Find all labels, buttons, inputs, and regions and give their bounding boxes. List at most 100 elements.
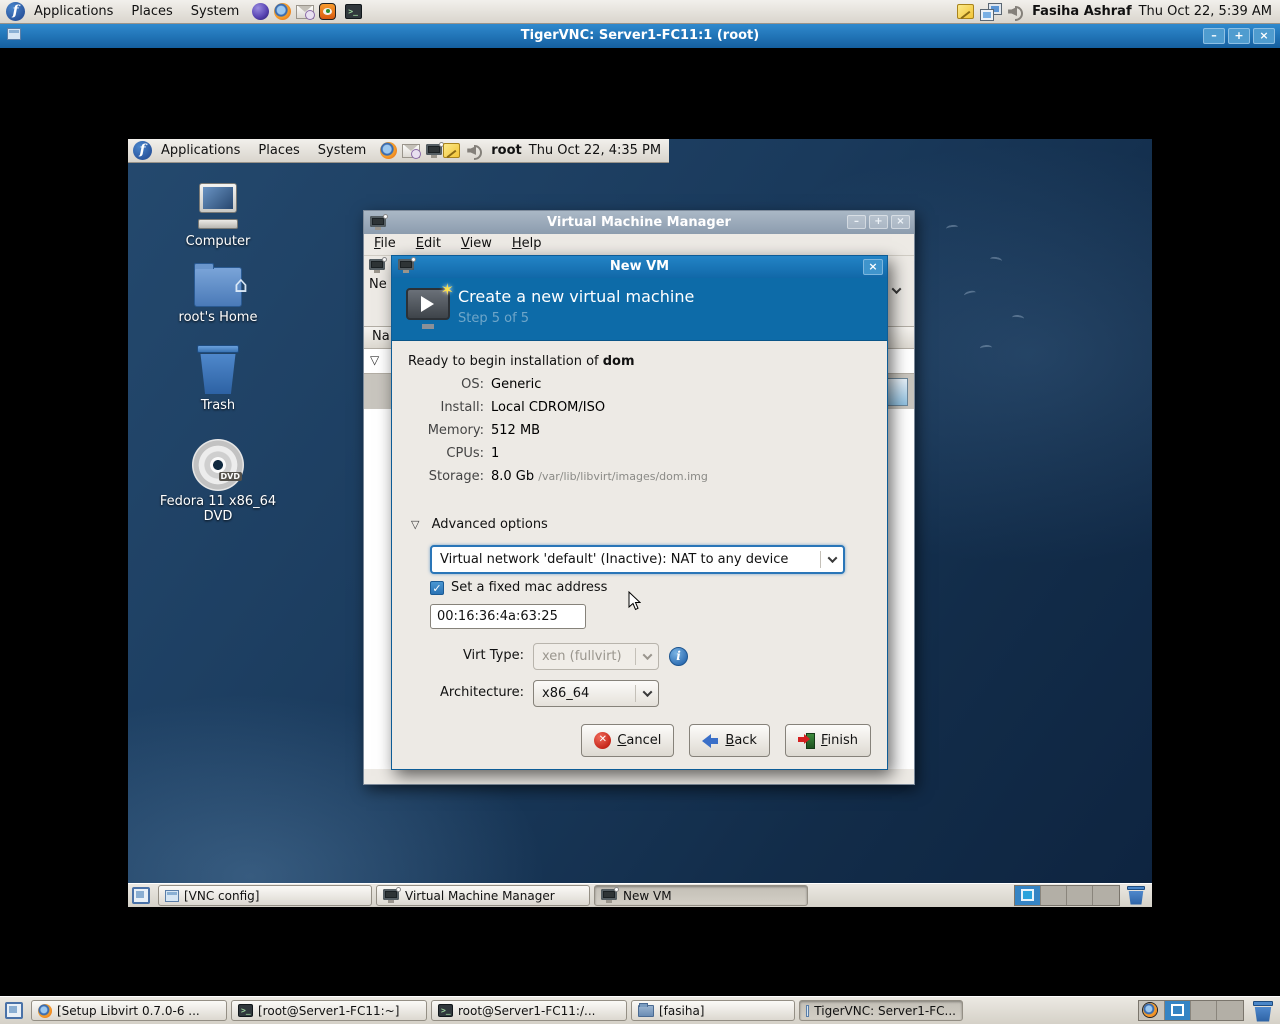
taskbar-button-setup-libvirt[interactable]: [Setup Libvirt 0.7.0-6 ...: [31, 1000, 227, 1021]
summary-row-storage: Storage: 8.0 Gb /var/lib/libvirt/images/…: [392, 469, 887, 492]
remote-menu-system[interactable]: System: [309, 139, 375, 162]
desktop-icon-home[interactable]: ⌂ root's Home: [156, 263, 280, 325]
advanced-options-expander[interactable]: ▽ Advanced options: [411, 517, 548, 532]
firefox-launcher-icon[interactable]: [274, 3, 292, 20]
desktop-icon-trash[interactable]: Trash: [156, 345, 280, 413]
architecture-select[interactable]: x86_64: [533, 680, 659, 707]
taskbar-button-vnc-config[interactable]: [VNC config]: [158, 885, 372, 906]
taskbar-button-tigervnc[interactable]: TigerVNC: Server1-FC...: [799, 1000, 963, 1021]
show-desktop-icon[interactable]: [5, 1002, 23, 1019]
notes-tray-icon[interactable]: [957, 4, 975, 19]
trash-applet-icon[interactable]: [1252, 999, 1274, 1023]
taskbar-button-vmm[interactable]: Virtual Machine Manager: [376, 885, 590, 906]
screen: f Applications Places System >_ Fasiha A…: [0, 0, 1280, 1024]
vmm-titlebar[interactable]: Virtual Machine Manager – + ×: [364, 211, 914, 234]
vmm-view-dropdown-chevron[interactable]: [891, 284, 902, 295]
summary-label: Storage:: [428, 469, 484, 484]
network-monitors-tray-icon[interactable]: [981, 3, 1002, 20]
vnc-window-title: TigerVNC: Server1-FC11:1 (root): [520, 28, 760, 43]
email-launcher-icon[interactable]: [296, 4, 316, 20]
remote-username[interactable]: root: [491, 143, 522, 158]
host-menu-applications[interactable]: Applications: [25, 0, 122, 23]
vnc-maximize-button[interactable]: +: [1228, 28, 1250, 44]
cancel-icon: ✕: [594, 732, 612, 749]
fixed-mac-checkbox[interactable]: ✓: [430, 580, 444, 595]
vmm-menu-view[interactable]: View: [451, 234, 502, 255]
fixed-mac-checkbox-row[interactable]: ✓ Set a fixed mac address: [430, 580, 607, 595]
vmm-menu-file[interactable]: File: [364, 234, 406, 255]
storage-size: 8.0 Gb: [491, 469, 535, 484]
vmm-menu-help[interactable]: Help: [502, 234, 552, 255]
fedora-logo-icon[interactable]: f: [6, 2, 25, 21]
workspace-switcher: [1138, 1000, 1244, 1021]
show-desktop-icon[interactable]: [132, 887, 150, 904]
media-launcher-icon[interactable]: [319, 3, 337, 20]
fedora-logo-icon[interactable]: f: [133, 141, 152, 160]
volume-tray-icon[interactable]: [1008, 4, 1025, 21]
host-clock[interactable]: Thu Oct 22, 5:39 AM: [1139, 4, 1272, 19]
workspace-4[interactable]: [1093, 886, 1119, 905]
vm-window-icon: [601, 886, 619, 903]
terminal-launcher-icon[interactable]: >_: [345, 4, 363, 19]
vmm-minimize-button[interactable]: –: [847, 215, 866, 229]
summary-label: CPUs:: [446, 446, 484, 461]
desktop-icon-computer[interactable]: Computer: [156, 183, 280, 249]
summary-value: Generic: [491, 377, 542, 392]
remote-clock[interactable]: Thu Oct 22, 4:35 PM: [529, 143, 661, 158]
ready-prefix: Ready to begin installation of: [408, 354, 599, 369]
dialog-titlebar[interactable]: New VM ×: [392, 256, 887, 278]
wallpaper-bird: [979, 344, 993, 352]
workspace-3[interactable]: [1067, 886, 1093, 905]
wallpaper-bird: [945, 224, 959, 232]
email-launcher-icon[interactable]: [402, 143, 422, 159]
window-icon: [165, 889, 179, 902]
host-menu-system[interactable]: System: [182, 0, 248, 23]
notes-tray-icon[interactable]: [443, 143, 461, 158]
workspace-2[interactable]: [1041, 886, 1067, 905]
workspace-3[interactable]: [1191, 1001, 1217, 1020]
summary-label: OS:: [461, 377, 484, 392]
workspace-4[interactable]: [1217, 1001, 1243, 1020]
back-button[interactable]: Back: [689, 724, 770, 757]
vm-name: dom: [602, 354, 635, 369]
workspace-1[interactable]: [1015, 886, 1041, 905]
wallpaper-bird: [1011, 314, 1025, 322]
taskbar-button-terminal-root[interactable]: >_ root@Server1-FC11:/...: [431, 1000, 627, 1021]
taskbar-button-fasiha[interactable]: [fasiha]: [631, 1000, 795, 1021]
taskbar-button-terminal-home[interactable]: >_ [root@Server1-FC11:~]: [231, 1000, 427, 1021]
volume-tray-icon[interactable]: [467, 143, 484, 160]
trash-applet-icon[interactable]: [1126, 885, 1146, 907]
cancel-button[interactable]: ✕ Cancel: [581, 724, 675, 757]
vmm-close-button[interactable]: ×: [891, 215, 910, 229]
firefox-launcher-icon[interactable]: [380, 142, 398, 159]
workspace-switcher: [1014, 885, 1120, 906]
vnc-minimize-button[interactable]: –: [1203, 28, 1225, 44]
eclipse-launcher-icon[interactable]: [252, 3, 270, 20]
summary-row-memory: Memory: 512 MB: [392, 423, 887, 446]
vnc-window-titlebar[interactable]: TigerVNC: Server1-FC11:1 (root) – + ×: [0, 24, 1280, 48]
summary-label: Install:: [440, 400, 484, 415]
taskbar-button-new-vm[interactable]: New VM: [594, 885, 808, 906]
vm-manager-launcher-icon[interactable]: [426, 141, 445, 158]
info-icon[interactable]: i: [669, 647, 688, 666]
host-menu-places[interactable]: Places: [122, 0, 181, 23]
vmm-menu-edit[interactable]: Edit: [406, 234, 451, 255]
host-username[interactable]: Fasiha Ashraf: [1032, 4, 1132, 19]
remote-menu-places[interactable]: Places: [249, 139, 308, 162]
desktop-icon-dvd[interactable]: DVD Fedora 11 x86_64 DVD: [156, 439, 280, 524]
mac-address-input[interactable]: 00:16:36:4a:63:25: [430, 604, 586, 629]
chevron-down-icon: [827, 553, 837, 564]
finish-button[interactable]: Finish: [784, 724, 871, 757]
dialog-header-title: Create a new virtual machine: [458, 287, 695, 306]
vnc-close-button[interactable]: ×: [1253, 28, 1275, 44]
taskbar-button-label: New VM: [623, 888, 672, 903]
taskbar-button-label: [VNC config]: [184, 888, 260, 903]
network-select[interactable]: Virtual network 'default' (Inactive): NA…: [430, 545, 845, 574]
vmm-maximize-button[interactable]: +: [869, 215, 888, 229]
taskbar-button-label: Virtual Machine Manager: [405, 888, 555, 903]
workspace-2[interactable]: [1165, 1001, 1191, 1020]
remote-menu-applications[interactable]: Applications: [152, 139, 249, 162]
computer-icon: [196, 183, 240, 231]
workspace-1[interactable]: [1139, 1001, 1165, 1020]
dialog-close-button[interactable]: ×: [863, 259, 883, 275]
